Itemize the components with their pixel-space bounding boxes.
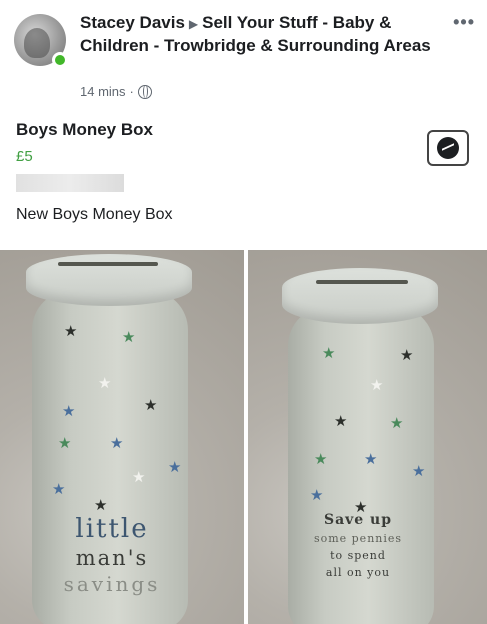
listing-description: New Boys Money Box	[16, 206, 173, 223]
messenger-icon	[437, 137, 459, 159]
bottle-text-line: little	[75, 514, 149, 544]
photo-gallery: ★ ★ ★ ★ ★ ★ ★ ★ ★ ★ ★ little man's savin…	[0, 250, 487, 624]
bottle-text-line: all on you	[325, 566, 391, 579]
listing-title: Boys Money Box	[16, 120, 153, 139]
star-icon: ★	[412, 463, 426, 480]
money-box-bottle: ★ ★ ★ ★ ★ ★ ★ ★ ★ ★ Save up some pennies…	[278, 250, 468, 624]
post-header: Stacey Davis ▶ Sell Your Stuff - Baby & Ch…	[0, 0, 487, 110]
timestamp[interactable]: 14 mins	[80, 84, 126, 99]
coin-slot	[316, 280, 408, 284]
star-icon: ★	[390, 415, 404, 432]
online-dot-icon	[52, 52, 68, 68]
messenger-button[interactable]	[427, 130, 469, 166]
star-icon: ★	[322, 345, 336, 362]
blurred-location	[16, 174, 124, 192]
star-icon: ★	[314, 451, 328, 468]
star-icon: ★	[370, 377, 384, 394]
star-icon: ★	[144, 397, 158, 414]
coin-slot	[58, 262, 158, 266]
bottle-cap	[282, 268, 438, 324]
post-meta: 14 mins ·	[80, 84, 152, 99]
star-icon: ★	[62, 403, 76, 420]
star-icon: ★	[364, 451, 378, 468]
bottle-text: Save up some pennies to spend all on you	[288, 512, 428, 579]
star-icon: ★	[168, 459, 182, 476]
listing-details: Boys Money Box £5 New Boys Money Box	[0, 112, 487, 242]
more-icon[interactable]: •••	[453, 12, 475, 33]
listing-price: £5	[16, 148, 33, 165]
star-icon: ★	[110, 435, 124, 452]
star-icon: ★	[58, 435, 72, 452]
meta-separator: ·	[129, 84, 134, 99]
bottle-text-line: savings	[63, 572, 161, 596]
bottle-text-line: man's	[75, 546, 149, 570]
bottle-text-line: Save up	[323, 512, 393, 528]
bottle-text-line: some pennies	[313, 532, 403, 545]
photo-left[interactable]: ★ ★ ★ ★ ★ ★ ★ ★ ★ ★ ★ little man's savin…	[0, 250, 244, 624]
poster-name[interactable]: Stacey Davis	[80, 13, 185, 32]
money-box-bottle: ★ ★ ★ ★ ★ ★ ★ ★ ★ ★ ★ little man's savin…	[22, 250, 222, 624]
photo-right[interactable]: ★ ★ ★ ★ ★ ★ ★ ★ ★ ★ Save up some pennies…	[248, 250, 487, 624]
star-icon: ★	[52, 481, 66, 498]
star-icon: ★	[310, 487, 324, 504]
star-icon: ★	[98, 375, 112, 392]
arrow-icon: ▶	[188, 17, 199, 31]
star-icon: ★	[400, 347, 414, 364]
star-icon: ★	[334, 413, 348, 430]
star-icon: ★	[122, 329, 136, 346]
bottle-text: little man's savings	[52, 514, 172, 596]
star-icon: ★	[64, 323, 78, 340]
globe-icon	[137, 84, 152, 99]
bottle-text-line: to spend	[330, 549, 386, 562]
star-icon: ★	[132, 469, 146, 486]
star-icon: ★	[94, 497, 108, 514]
post-title: Stacey Davis ▶ Sell Your Stuff - Baby & Ch…	[80, 12, 440, 57]
